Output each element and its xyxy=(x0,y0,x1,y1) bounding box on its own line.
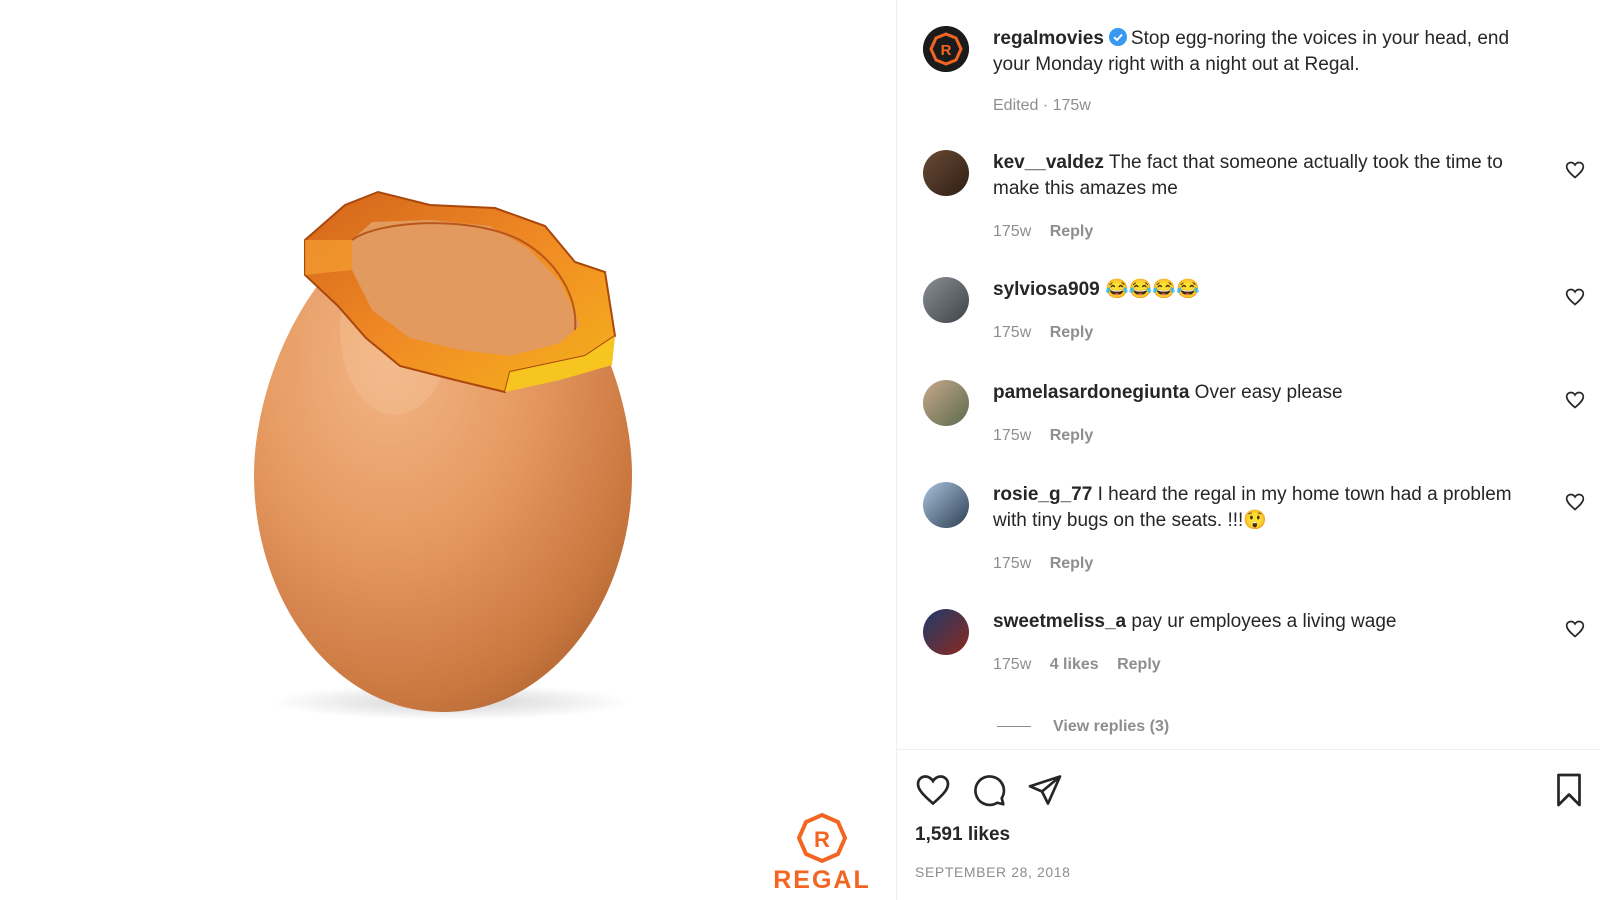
comment-meta: 175w 4 likes Reply xyxy=(993,656,1175,674)
post-side-panel: R regalmovies Stop egg-noring the voices … xyxy=(896,0,1600,900)
post-date: SEPTEMBER 28, 2018 xyxy=(915,864,1071,880)
avatar[interactable] xyxy=(923,150,969,196)
view-replies-button[interactable]: View replies (3) xyxy=(997,718,1169,736)
comment-icon[interactable] xyxy=(971,772,1007,808)
comment-age: 175w xyxy=(993,223,1032,240)
regal-logo: R REGAL xyxy=(752,812,892,894)
regal-avatar-icon: R xyxy=(923,26,969,72)
comment-meta: 175w Reply xyxy=(993,427,1107,445)
svg-text:R: R xyxy=(814,827,830,852)
comment-meta: 175w Reply xyxy=(993,223,1107,241)
comment-meta: 175w Reply xyxy=(993,324,1107,342)
regal-logo-icon: R xyxy=(796,812,848,864)
egg-crown-illustration xyxy=(254,190,632,720)
comment-likes[interactable]: 4 likes xyxy=(1050,656,1099,673)
post-meta: Edited · 175w xyxy=(993,97,1091,114)
comment-username[interactable]: rosie_g_77 xyxy=(993,484,1092,505)
reply-button[interactable]: Reply xyxy=(1050,324,1094,341)
bookmark-icon[interactable] xyxy=(1551,772,1587,808)
avatar[interactable] xyxy=(923,380,969,426)
comment-text: 😂😂😂😂 xyxy=(1104,279,1200,300)
avatar[interactable] xyxy=(923,609,969,655)
post-username[interactable]: regalmovies xyxy=(993,28,1104,49)
heart-icon[interactable] xyxy=(915,772,951,808)
comment-text: Over easy please xyxy=(1194,382,1343,403)
view-replies-label: View replies (3) xyxy=(1053,718,1170,735)
post-actions: 1,591 likes SEPTEMBER 28, 2018 xyxy=(897,749,1600,900)
likes-count[interactable]: 1,591 likes xyxy=(915,824,1010,846)
post-image[interactable]: R REGAL xyxy=(0,0,896,900)
reply-button[interactable]: Reply xyxy=(1050,555,1094,572)
comment-username[interactable]: kev__valdez xyxy=(993,152,1104,173)
avatar[interactable] xyxy=(923,482,969,528)
svg-text:R: R xyxy=(941,42,952,59)
like-comment-heart-icon[interactable] xyxy=(1565,390,1585,410)
avatar[interactable] xyxy=(923,277,969,323)
reply-button[interactable]: Reply xyxy=(1050,223,1094,240)
comment-username[interactable]: pamelasardonegiunta xyxy=(993,382,1189,403)
comment-username[interactable]: sweetmeliss_a xyxy=(993,611,1126,632)
reply-button[interactable]: Reply xyxy=(1117,656,1161,673)
comment-meta: 175w Reply xyxy=(993,555,1107,573)
verified-badge-icon xyxy=(1108,28,1127,46)
view-replies-line xyxy=(997,726,1031,728)
comment-username[interactable]: sylviosa909 xyxy=(993,279,1100,300)
like-comment-heart-icon[interactable] xyxy=(1565,492,1585,512)
share-icon[interactable] xyxy=(1027,772,1063,808)
avatar[interactable]: R xyxy=(923,26,969,72)
comment-age: 175w xyxy=(993,656,1032,673)
like-comment-heart-icon[interactable] xyxy=(1565,619,1585,639)
regal-wordmark: REGAL xyxy=(773,866,871,894)
comment-age: 175w xyxy=(993,555,1032,572)
like-comment-heart-icon[interactable] xyxy=(1565,160,1585,180)
comments-list[interactable]: R regalmovies Stop egg-noring the voices … xyxy=(897,0,1600,750)
comment-age: 175w xyxy=(993,427,1032,444)
comment-age: 175w xyxy=(993,324,1032,341)
comment-text: pay ur employees a living wage xyxy=(1131,611,1397,632)
like-comment-heart-icon[interactable] xyxy=(1565,287,1585,307)
reply-button[interactable]: Reply xyxy=(1050,427,1094,444)
